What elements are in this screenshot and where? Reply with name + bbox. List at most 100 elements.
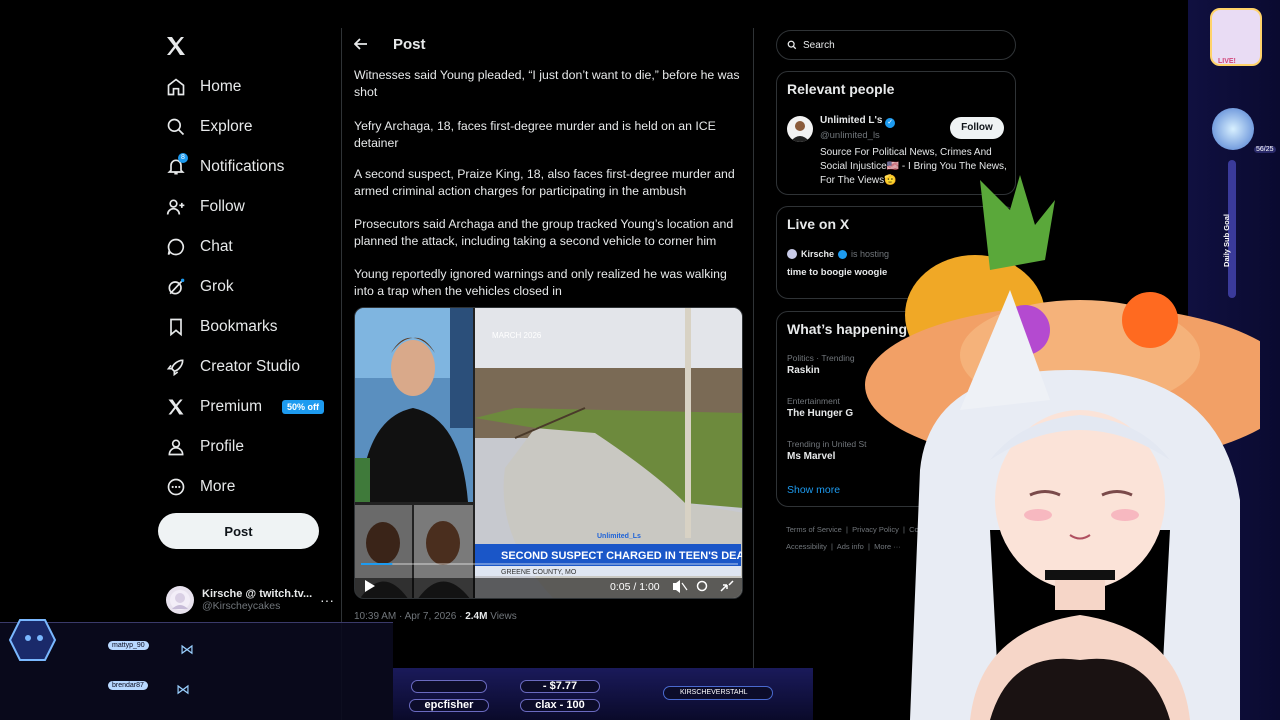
card-title: What’s happening bbox=[787, 321, 908, 337]
footer-link[interactable]: Terms of Service bbox=[786, 525, 842, 534]
search-input[interactable]: Search bbox=[776, 30, 1016, 60]
nav-follow[interactable]: Follow bbox=[166, 187, 245, 227]
nav-label: Follow bbox=[200, 198, 245, 215]
nav-label: Premium bbox=[200, 398, 263, 415]
views-count: 2.4M bbox=[465, 611, 488, 622]
trend-context: Politics · Trending bbox=[787, 353, 855, 363]
host-name: Kirsche bbox=[801, 249, 835, 259]
card-title: Live on X bbox=[787, 216, 850, 232]
nav-label: Bookmarks bbox=[200, 318, 278, 335]
trend-topic: The Hunger G bbox=[787, 408, 854, 419]
post-detail-column: Post Witnesses said Young pleaded, “I ju… bbox=[341, 28, 754, 720]
nav-label: Explore bbox=[200, 118, 253, 135]
goal-label: Daily Sub Goal bbox=[1221, 214, 1231, 267]
nav-profile[interactable]: Profile bbox=[166, 427, 244, 467]
person-name[interactable]: Unlimited L's ✓ bbox=[820, 115, 896, 128]
nav-home[interactable]: Home bbox=[166, 67, 241, 107]
nav-label: Chat bbox=[200, 238, 233, 255]
nav-premium[interactable]: Premium 50% off bbox=[166, 387, 325, 427]
nav-label: Notifications bbox=[200, 158, 285, 175]
home-icon bbox=[167, 78, 185, 96]
trend-item[interactable]: Politics · Trending Raskin bbox=[787, 353, 855, 376]
post-paragraph: A second suspect, Praize King, 18, also … bbox=[354, 167, 735, 198]
host-avatar-icon bbox=[787, 249, 797, 259]
avatar-icon bbox=[790, 121, 810, 142]
post-paragraph: Young reportedly ignored warnings and on… bbox=[354, 267, 727, 298]
trend-context: Entertainment bbox=[787, 396, 840, 406]
account-name: Kirsche @ twitch.tv... bbox=[202, 588, 313, 600]
trend-item[interactable]: Entertainment The Hunger G bbox=[787, 396, 853, 419]
footer-link[interactable]: Cookie Policy bbox=[909, 525, 954, 534]
nav-more[interactable]: More bbox=[166, 467, 235, 507]
chat-bubble-icon bbox=[167, 238, 185, 256]
footer-link[interactable]: Privacy Policy bbox=[852, 525, 899, 534]
nav-grok[interactable]: Grok bbox=[166, 267, 234, 307]
nav-creator-studio[interactable]: Creator Studio bbox=[166, 347, 300, 387]
footer-link[interactable]: Accessibility bbox=[786, 542, 827, 551]
nav-label: Profile bbox=[200, 438, 244, 455]
nav-notifications[interactable]: 8 Notifications bbox=[166, 147, 284, 187]
nav-bookmarks[interactable]: Bookmarks bbox=[166, 307, 278, 347]
video-location: GREENE COUNTY, MO bbox=[501, 569, 577, 576]
more-circle-icon bbox=[167, 478, 185, 496]
live-badge: LIVE! bbox=[1218, 58, 1236, 65]
video-progress-fill[interactable] bbox=[361, 563, 393, 565]
footer-link[interactable]: More ··· bbox=[874, 542, 901, 551]
account-switcher[interactable]: Kirsche @ twitch.tv... @Kirscheycakes ··… bbox=[166, 582, 336, 618]
grok-icon bbox=[168, 278, 185, 295]
views-label: Views bbox=[487, 611, 517, 622]
back-arrow-icon[interactable] bbox=[354, 37, 368, 51]
hosting-label: is hosting bbox=[851, 249, 890, 259]
x-logo-icon[interactable] bbox=[164, 34, 188, 58]
show-more-link[interactable]: Show more bbox=[787, 484, 840, 496]
goal-progress-track bbox=[1228, 160, 1236, 298]
rocket-icon bbox=[166, 359, 184, 377]
verified-icon bbox=[838, 249, 848, 259]
post-paragraph: Prosecutors said Archaga and the group t… bbox=[354, 217, 734, 248]
more-dots-icon[interactable]: ··· bbox=[320, 592, 334, 608]
verified-icon: ✓ bbox=[885, 118, 896, 128]
timestamp-text: 10:39 AM · Apr 7, 2026 · bbox=[354, 611, 466, 622]
bow-icon: ⋈ bbox=[180, 641, 194, 657]
video-headline: SECOND SUSPECT CHARGED IN TEEN'S DEATH bbox=[501, 550, 743, 562]
video-watermark: Unlimited_Ls bbox=[597, 533, 641, 540]
add-person-icon bbox=[166, 199, 185, 215]
account-handle: @Kirscheycakes bbox=[202, 600, 281, 612]
nav-explore[interactable]: Explore bbox=[166, 107, 253, 147]
footer-link[interactable]: Ads info bbox=[837, 542, 864, 551]
trend-context: Trending in United St bbox=[787, 439, 867, 449]
video-time: 0:05 / 1:00 bbox=[610, 581, 660, 593]
bookmark-icon bbox=[170, 318, 182, 337]
post-button[interactable]: Post bbox=[158, 513, 319, 549]
trend-topic: Ms Marvel bbox=[787, 451, 836, 462]
follow-button[interactable]: Follow bbox=[950, 117, 1004, 139]
post-header: Post bbox=[342, 28, 753, 62]
live-on-x-card[interactable]: Live on X Kirsche is hosting time to boo… bbox=[776, 206, 1016, 299]
trend-item[interactable]: Trending in United St Ms Marvel bbox=[787, 439, 867, 462]
stream-title: time to boogie woogie bbox=[787, 267, 888, 278]
avatar bbox=[166, 586, 194, 614]
live-host-row: Kirsche is hosting bbox=[787, 249, 889, 259]
footer-links: Terms of Service | Privacy Policy | Cook… bbox=[786, 525, 955, 551]
nav-chat[interactable]: Chat bbox=[166, 227, 233, 267]
post-paragraph: Witnesses said Young pleaded, “I just do… bbox=[354, 68, 740, 99]
nav-label: Grok bbox=[200, 278, 234, 295]
relevant-people-card: Relevant people Unlimited L's ✓ @unlimit… bbox=[776, 71, 1016, 195]
x-logo-icon bbox=[168, 399, 184, 415]
person-handle: @unlimited_ls bbox=[820, 130, 880, 141]
trend-topic: Raskin bbox=[787, 365, 820, 376]
search-icon bbox=[167, 118, 185, 136]
avatar[interactable] bbox=[787, 116, 813, 142]
notification-badge: 8 bbox=[178, 153, 188, 163]
bow-icon: ⋈ bbox=[176, 681, 190, 697]
page-title: Post bbox=[393, 36, 426, 53]
mascot-icon bbox=[8, 619, 57, 661]
video-player[interactable]: MARCH 2026 Unlimited_Ls SECOND SUSPECT C… bbox=[354, 307, 743, 599]
person-icon bbox=[168, 439, 184, 456]
card-title: Relevant people bbox=[787, 81, 895, 97]
video-date-overlay: MARCH 2026 bbox=[492, 331, 542, 340]
chat-username: brendar87 bbox=[108, 681, 148, 690]
premium-discount-badge: 50% off bbox=[282, 400, 325, 414]
person-bio: Source For Political News, Crimes And So… bbox=[820, 147, 1007, 186]
nav-label: Home bbox=[200, 78, 242, 95]
